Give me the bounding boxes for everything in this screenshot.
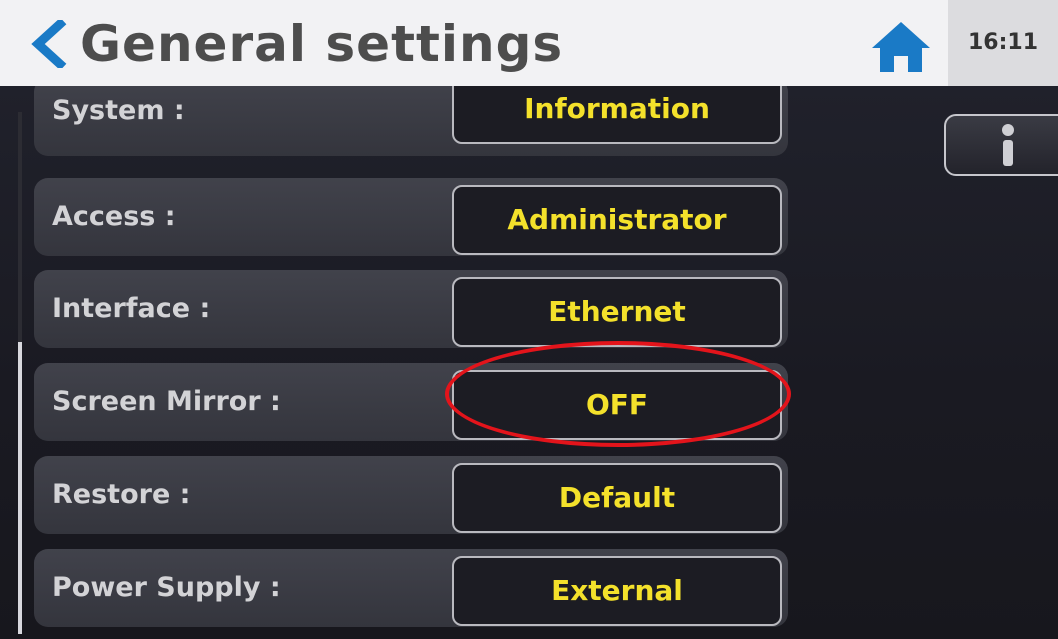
- interface-ethernet-button[interactable]: Ethernet: [452, 277, 782, 347]
- setting-label: Access :: [52, 201, 176, 232]
- settings-panel: System : Information Access : Administra…: [0, 86, 1058, 639]
- info-button[interactable]: [944, 114, 1058, 176]
- setting-row-screen-mirror: Screen Mirror : OFF: [34, 363, 788, 441]
- setting-row-system: System : Information: [34, 86, 788, 156]
- setting-label: Screen Mirror :: [52, 386, 281, 417]
- setting-row-power-supply: Power Supply : External: [34, 549, 788, 627]
- setting-label: Restore :: [52, 479, 191, 510]
- home-icon[interactable]: [870, 20, 932, 74]
- page-title: General settings: [80, 15, 564, 73]
- setting-label: System :: [52, 95, 185, 126]
- system-information-button[interactable]: Information: [452, 86, 782, 144]
- power-supply-external-button[interactable]: External: [452, 556, 782, 626]
- restore-default-button[interactable]: Default: [452, 463, 782, 533]
- setting-row-access: Access : Administrator: [34, 178, 788, 256]
- header-bar: General settings 16:11: [0, 0, 1058, 86]
- access-administrator-button[interactable]: Administrator: [452, 185, 782, 255]
- setting-label: Interface :: [52, 293, 211, 324]
- chevron-left-icon[interactable]: [26, 20, 70, 68]
- setting-row-interface: Interface : Ethernet: [34, 270, 788, 348]
- setting-row-restore: Restore : Default: [34, 456, 788, 534]
- setting-label: Power Supply :: [52, 572, 281, 603]
- screen-mirror-off-button[interactable]: OFF: [452, 370, 782, 440]
- scrollbar-thumb[interactable]: [18, 342, 22, 634]
- clock: 16:11: [948, 0, 1058, 86]
